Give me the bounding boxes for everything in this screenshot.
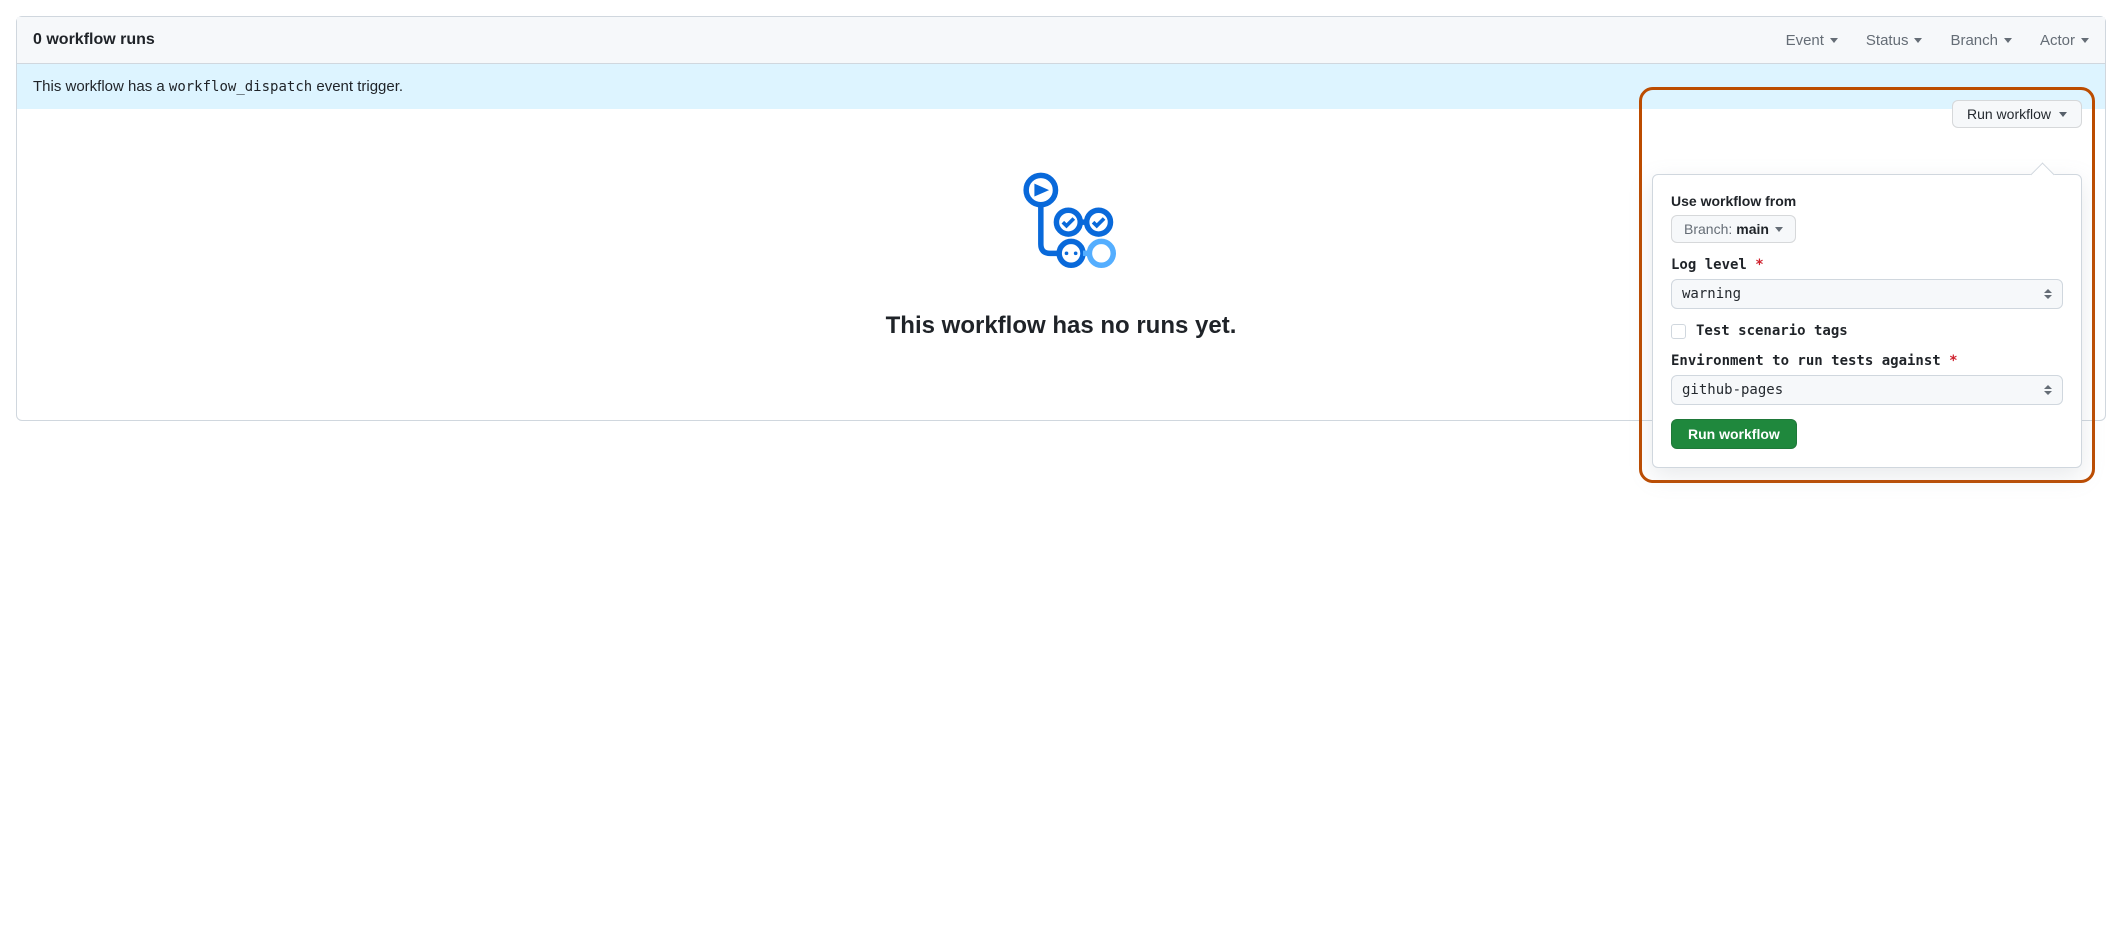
filter-bar: Event Status Branch Actor bbox=[1786, 32, 2089, 49]
filter-status-label: Status bbox=[1866, 32, 1909, 49]
required-asterisk: * bbox=[1949, 353, 1957, 369]
run-workflow-dropdown-button[interactable]: Run workflow bbox=[1952, 100, 2082, 128]
filter-status[interactable]: Status bbox=[1866, 32, 1923, 49]
caret-down-icon bbox=[1775, 227, 1783, 232]
branch-prefix: Branch: bbox=[1684, 221, 1732, 237]
runs-header: 0 workflow runs Event Status Branch Acto… bbox=[17, 17, 2105, 64]
filter-actor[interactable]: Actor bbox=[2040, 32, 2089, 49]
use-workflow-from-label: Use workflow from bbox=[1671, 193, 2063, 209]
dispatch-text: This workflow has a workflow_dispatch ev… bbox=[33, 78, 403, 95]
dispatch-prefix: This workflow has a bbox=[33, 78, 169, 95]
run-workflow-submit-button[interactable]: Run workflow bbox=[1671, 419, 1797, 449]
run-count-label: 0 workflow runs bbox=[33, 31, 155, 49]
select-updown-icon bbox=[2044, 385, 2052, 395]
caret-down-icon bbox=[2004, 38, 2012, 43]
environment-label: Environment to run tests against * bbox=[1671, 353, 2063, 369]
filter-branch[interactable]: Branch bbox=[1950, 32, 2012, 49]
run-workflow-area: Run workflow Use workflow from Branch: m… bbox=[1639, 87, 2095, 483]
select-updown-icon bbox=[2044, 289, 2052, 299]
workflow-runs-panel: 0 workflow runs Event Status Branch Acto… bbox=[16, 16, 2106, 421]
filter-event-label: Event bbox=[1786, 32, 1824, 49]
required-asterisk: * bbox=[1755, 257, 1763, 273]
test-scenario-checkbox[interactable] bbox=[1671, 324, 1686, 339]
run-workflow-popover: Use workflow from Branch: main Log level… bbox=[1652, 174, 2082, 468]
log-level-select[interactable]: warning bbox=[1671, 279, 2063, 309]
environment-select[interactable]: github-pages bbox=[1671, 375, 2063, 405]
caret-down-icon bbox=[2059, 112, 2067, 117]
highlight-frame: Run workflow Use workflow from Branch: m… bbox=[1639, 87, 2095, 483]
environment-value: github-pages bbox=[1682, 382, 1783, 398]
branch-value: main bbox=[1736, 221, 1769, 237]
run-workflow-button-label: Run workflow bbox=[1967, 106, 2051, 122]
filter-actor-label: Actor bbox=[2040, 32, 2075, 49]
log-level-value: warning bbox=[1682, 286, 1741, 302]
caret-down-icon bbox=[2081, 38, 2089, 43]
log-level-label-text: Log level bbox=[1671, 257, 1747, 273]
test-scenario-label: Test scenario tags bbox=[1696, 323, 1848, 339]
filter-branch-label: Branch bbox=[1950, 32, 1998, 49]
log-level-label: Log level * bbox=[1671, 257, 2063, 273]
filter-event[interactable]: Event bbox=[1786, 32, 1838, 49]
dispatch-suffix: event trigger. bbox=[312, 78, 403, 95]
caret-down-icon bbox=[1830, 38, 1838, 43]
caret-down-icon bbox=[1914, 38, 1922, 43]
branch-selector[interactable]: Branch: main bbox=[1671, 215, 1796, 243]
workflow-empty-icon bbox=[1006, 169, 1116, 279]
environment-label-text: Environment to run tests against bbox=[1671, 353, 1941, 369]
dispatch-code: workflow_dispatch bbox=[169, 79, 312, 95]
